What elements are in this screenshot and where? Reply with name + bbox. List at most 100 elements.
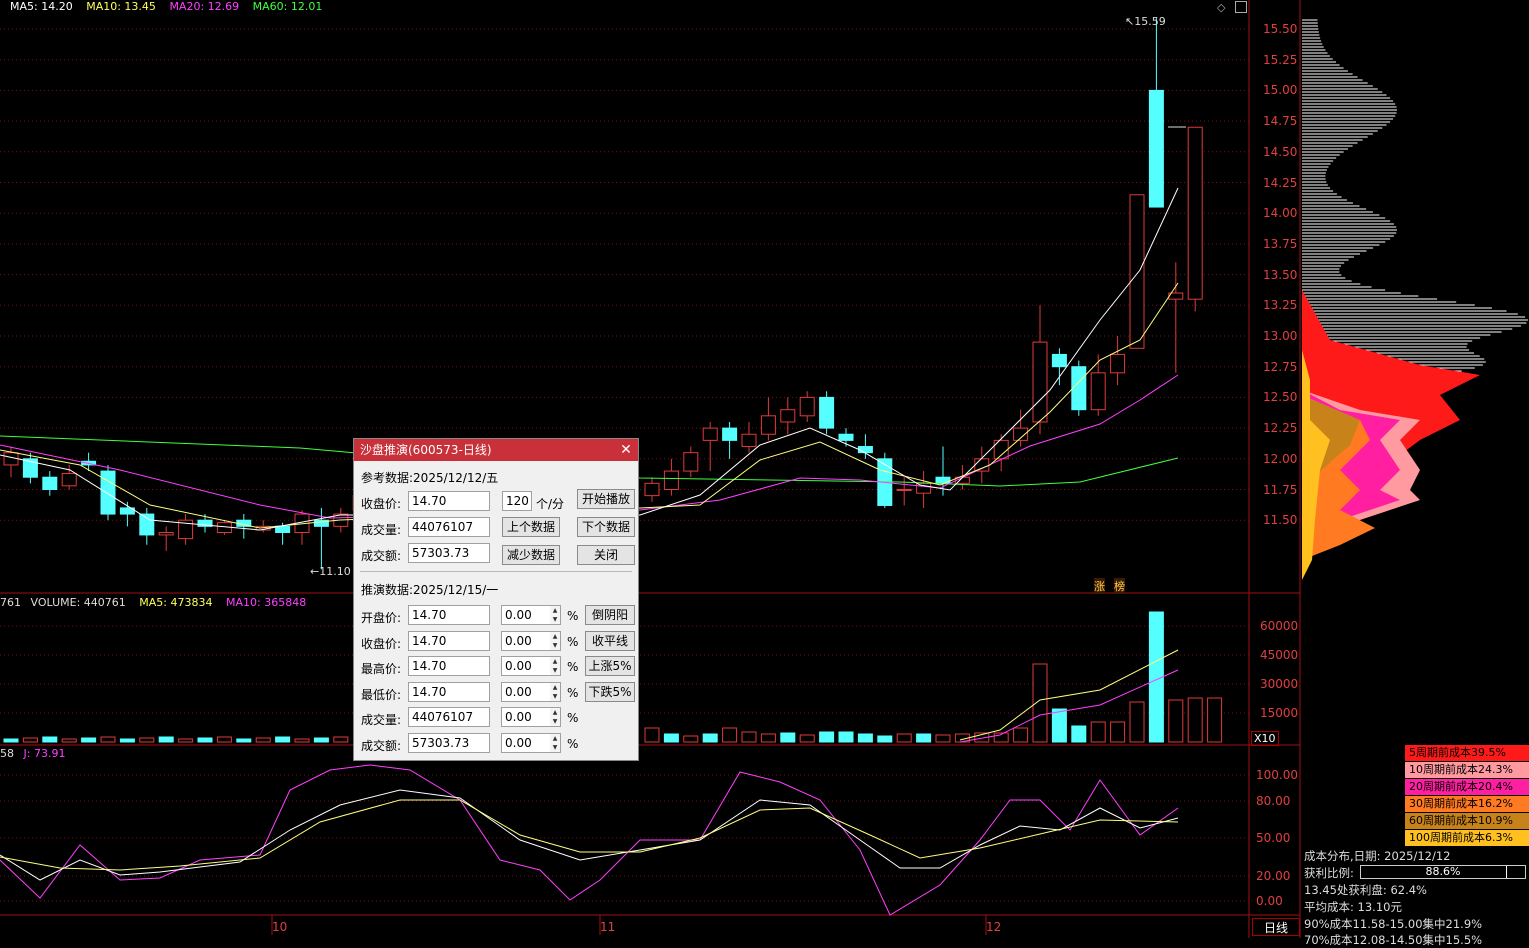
cost-dist-title: 成本分布,日期: 2025/12/12	[1304, 849, 1451, 863]
ref-data-title: 参考数据:2025/12/12/五	[361, 471, 499, 485]
volume-bar	[1032, 663, 1048, 743]
sim-row-action-button[interactable]: 收平线	[585, 630, 635, 651]
kdj-lines	[0, 764, 1179, 916]
spin-arrows-icon[interactable]: ▲ ▼	[550, 656, 561, 676]
cost-legend-row: 100周期前成本6.3%	[1405, 830, 1529, 846]
spin-arrows-icon[interactable]: ▲ ▼	[550, 707, 561, 727]
candle-body	[1051, 353, 1067, 368]
spin-arrows-icon[interactable]: ▲ ▼	[550, 681, 561, 702]
sim-row-label: 成交额:	[361, 738, 402, 753]
candle-body	[1148, 89, 1164, 208]
window-icon[interactable]	[1235, 1, 1247, 13]
next-data-button[interactable]: 下个数据	[577, 517, 635, 537]
sim-data-title: 推演数据:2025/12/15/一	[361, 583, 499, 597]
sim-row-pct-field[interactable]: 0.00	[501, 605, 551, 625]
price-tick: 14.00	[1263, 206, 1298, 221]
volume-bar	[1129, 701, 1145, 743]
ref-volume-label: 成交量:	[361, 523, 402, 537]
volume-tick: 15000	[1260, 706, 1299, 720]
volume-label: VOLUME: 440761	[30, 596, 126, 609]
sim-row-value-field[interactable]: 14.70	[408, 605, 490, 625]
ref-amount-label: 成交额:	[361, 549, 402, 563]
volume-bar	[663, 733, 679, 743]
candle-body	[1110, 353, 1126, 374]
candle-body	[780, 409, 796, 423]
kdj-j-line	[0, 764, 1179, 916]
reduce-data-button[interactable]: 减少数据	[502, 545, 560, 565]
sim-row-pct-field[interactable]: 0.00	[501, 681, 551, 702]
speed-field[interactable]: 120	[502, 491, 532, 511]
ma5-label: MA5: 14.20	[10, 0, 73, 13]
volume-bar	[255, 737, 271, 743]
sim-row-value-field[interactable]: 14.70	[408, 656, 490, 676]
volume-bar	[61, 738, 77, 743]
high-price-marker: ↖15.59	[1125, 15, 1166, 28]
diamond-icon[interactable]: ◇	[1217, 1, 1225, 14]
volume-bar	[896, 733, 912, 743]
price-tick: 12.75	[1263, 359, 1298, 374]
candle-body	[1032, 341, 1048, 423]
volume-bar	[857, 733, 873, 743]
ref-close-field[interactable]: 14.70	[408, 491, 490, 511]
play-button[interactable]: 开始播放	[577, 489, 635, 509]
candle-body	[896, 489, 912, 491]
sandbox-dialog[interactable]: 沙盘推演(600573-日线) ✕ 参考数据:2025/12/12/五 收盘价:…	[353, 438, 639, 761]
dialog-separator	[360, 571, 632, 572]
sim-row-value-field[interactable]: 57303.73	[408, 732, 490, 753]
volume-bar	[702, 733, 718, 743]
prev-data-button[interactable]: 上个数据	[502, 517, 560, 537]
kdj-tick: 80.00	[1256, 794, 1291, 808]
candle-body	[702, 427, 718, 441]
volume-bar	[935, 734, 951, 743]
ref-volume-field[interactable]: 44076107	[408, 517, 490, 537]
volume-bar	[236, 738, 252, 743]
price-tick: 15.00	[1263, 83, 1298, 98]
volume-bar	[22, 737, 38, 743]
price-tick: 12.25	[1263, 421, 1298, 436]
profit-ratio-bar: 88.6%	[1360, 865, 1526, 879]
tag-zhang[interactable]: 涨	[1094, 578, 1105, 594]
tab-daily[interactable]: 日线	[1252, 918, 1300, 936]
candle-body	[722, 427, 738, 441]
volume-bar	[3, 738, 19, 743]
volume-tick: 30000	[1260, 677, 1299, 691]
volume-bar	[916, 733, 932, 743]
sim-row-value-field[interactable]: 14.70	[408, 630, 490, 651]
ma60-label: MA60: 12.01	[252, 0, 323, 13]
spin-arrows-icon[interactable]: ▲ ▼	[550, 732, 561, 753]
sim-row-pct-field[interactable]: 0.00	[501, 732, 551, 753]
volume-bar	[838, 731, 854, 743]
close-icon[interactable]: ✕	[618, 439, 634, 461]
kdj-tick: 100.00	[1256, 768, 1298, 782]
ma-legend: MA5: 14.20 MA10: 13.45 MA20: 12.69 MA60:…	[10, 0, 332, 13]
stock-chart[interactable]	[0, 0, 1529, 938]
cost-legend-row: 20周期前成本20.4%	[1405, 779, 1529, 795]
average-cost: 平均成本: 13.10元	[1304, 900, 1402, 914]
sim-row-action-button[interactable]: 下跌5%	[585, 681, 635, 702]
sim-row-value-field[interactable]: 44076107	[408, 707, 490, 727]
sim-row-pct-field[interactable]: 0.00	[501, 630, 551, 651]
volume-bar	[1071, 725, 1087, 743]
sim-row-pct-field[interactable]: 0.00	[501, 707, 551, 727]
ref-amount-field[interactable]: 57303.73	[408, 543, 490, 563]
chart-grid	[0, 0, 1301, 938]
volume-bar	[100, 736, 116, 743]
sim-row-action-button[interactable]: 倒阴阳	[585, 605, 635, 625]
ma10-label: MA10: 13.45	[86, 0, 156, 13]
spin-arrows-icon[interactable]: ▲ ▼	[550, 630, 561, 651]
sim-row-action-button[interactable]: 上涨5%	[585, 656, 635, 676]
price-tick: 12.00	[1263, 451, 1298, 466]
dialog-titlebar[interactable]: 沙盘推演(600573-日线) ✕	[354, 439, 638, 461]
volume-bar	[1207, 697, 1223, 743]
volume-bar	[313, 737, 329, 743]
sim-row-pct-field[interactable]: 0.00	[501, 656, 551, 676]
sim-row-value-field[interactable]: 14.70	[408, 681, 490, 702]
close-button[interactable]: 关闭	[577, 545, 635, 565]
spin-arrows-icon[interactable]: ▲ ▼	[550, 605, 561, 625]
candle-body	[935, 476, 951, 484]
profit-ratio-label: 获利比例:	[1304, 866, 1354, 880]
volume-bar	[119, 738, 135, 743]
tag-bang[interactable]: 榜	[1114, 578, 1125, 594]
candle-body	[741, 433, 757, 448]
volume-bar	[1187, 697, 1203, 743]
